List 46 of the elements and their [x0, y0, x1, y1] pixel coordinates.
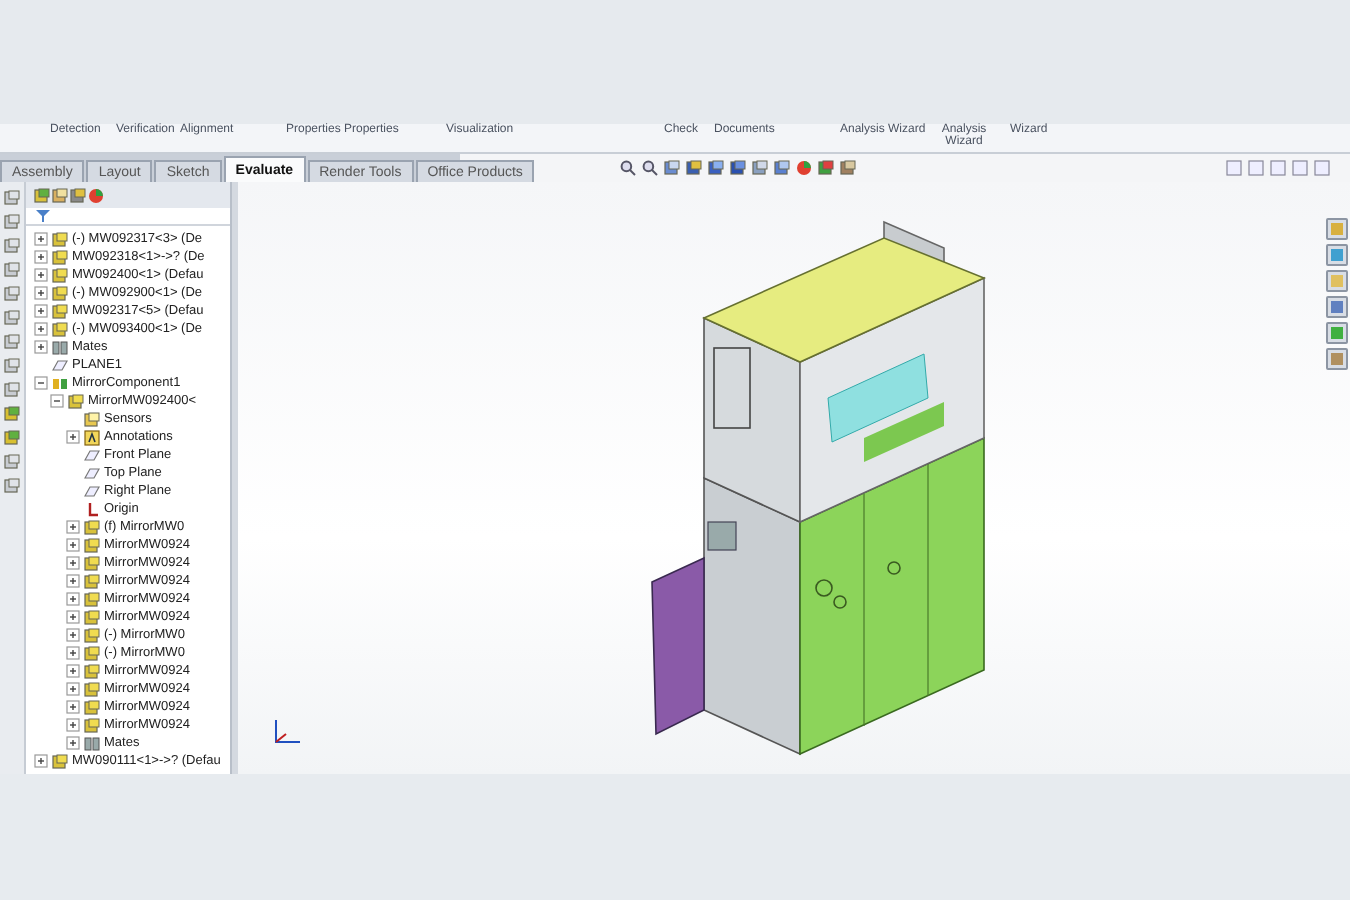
mates-icon — [84, 735, 100, 751]
plane-icon — [52, 357, 68, 373]
expand-toggle-icon[interactable] — [34, 250, 48, 264]
expand-toggle-icon[interactable] — [66, 520, 80, 534]
origin-icon — [84, 501, 100, 517]
annotation-icon — [84, 429, 100, 445]
expand-toggle-icon[interactable] — [34, 232, 48, 246]
expand-toggle-icon[interactable] — [34, 754, 48, 768]
expand-toggle-icon[interactable] — [66, 430, 80, 444]
cube-icon[interactable] — [774, 160, 790, 176]
collapse-toggle-icon[interactable] — [34, 376, 48, 390]
mirror-icon — [52, 375, 68, 391]
mates-icon — [52, 339, 68, 355]
appearance-icon[interactable] — [88, 187, 104, 203]
expand-toggle-icon[interactable] — [66, 538, 80, 552]
expand-toggle-icon[interactable] — [66, 574, 80, 588]
expand-toggle-icon[interactable] — [66, 592, 80, 606]
appearance-icon[interactable] — [796, 160, 812, 176]
task-pane-button[interactable] — [1326, 348, 1348, 370]
task-pane-button[interactable] — [1326, 218, 1348, 240]
expand-toggle-icon[interactable] — [66, 556, 80, 570]
zoom-icon[interactable] — [620, 160, 636, 176]
task-pane-button[interactable] — [1326, 270, 1348, 292]
expand-toggle-icon[interactable] — [34, 340, 48, 354]
expand-toggle-icon[interactable] — [34, 322, 48, 336]
sensor-icon — [84, 411, 100, 427]
expand-toggle-icon[interactable] — [66, 628, 80, 642]
expand-toggle-icon[interactable] — [66, 664, 80, 678]
expand-toggle-icon[interactable] — [66, 646, 80, 660]
expand-toggle-icon[interactable] — [66, 610, 80, 624]
axis-triad-icon — [270, 718, 302, 746]
expand-toggle-icon[interactable] — [66, 718, 80, 732]
assembly-icon — [52, 753, 68, 769]
expand-toggle-icon[interactable] — [34, 286, 48, 300]
feature-tree-icon[interactable] — [34, 187, 50, 203]
expand-toggle-icon[interactable] — [34, 268, 48, 282]
collapse-toggle-icon[interactable] — [50, 394, 64, 408]
expand-toggle-icon[interactable] — [66, 682, 80, 696]
expand-toggle-icon[interactable] — [66, 736, 80, 750]
task-pane-button[interactable] — [1326, 296, 1348, 318]
assembly-icon — [68, 393, 84, 409]
task-pane-button[interactable] — [1326, 322, 1348, 344]
zoom-icon[interactable] — [642, 160, 658, 176]
task-pane-button[interactable] — [1326, 244, 1348, 266]
expand-toggle-icon[interactable] — [66, 700, 80, 714]
expand-toggle-icon[interactable] — [34, 304, 48, 318]
